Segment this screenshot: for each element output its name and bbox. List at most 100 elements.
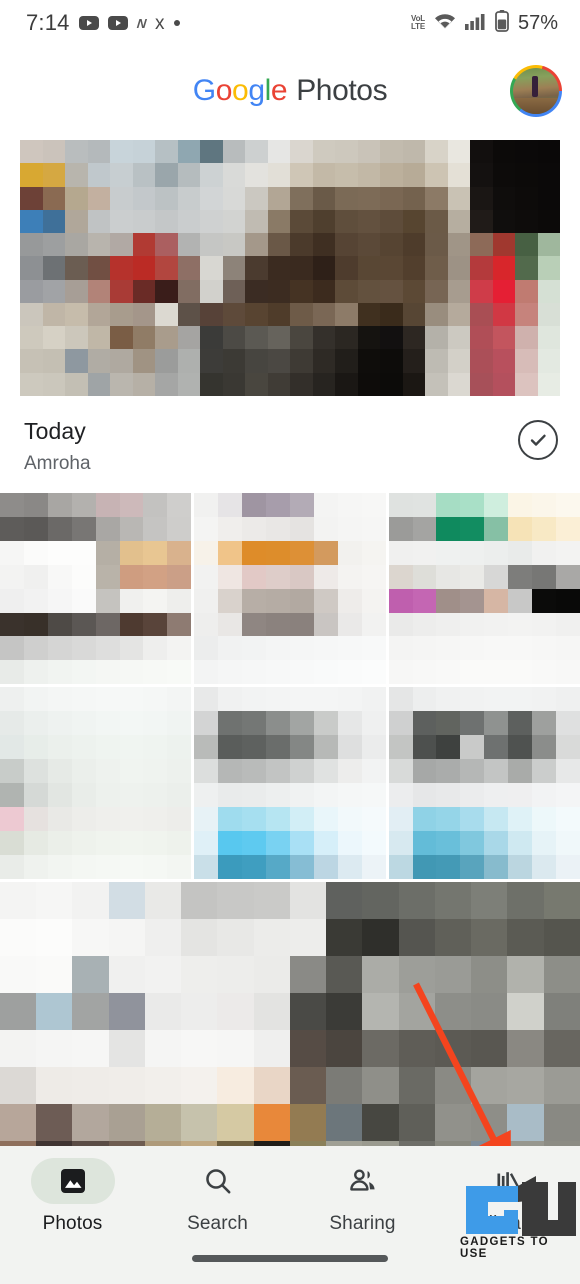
photo-pixel — [23, 687, 48, 712]
logo-letter-o2: o — [232, 74, 249, 107]
photo-pixel — [72, 881, 109, 919]
photo-pixel — [515, 302, 538, 327]
photo-pixel — [532, 711, 557, 736]
photo-pixel — [335, 163, 358, 187]
photo-pixel — [470, 163, 493, 187]
nav-item-sharing[interactable]: Sharing — [290, 1158, 435, 1235]
photo-pixel — [436, 711, 461, 736]
photo-pixel — [289, 516, 314, 541]
photo-pixel — [402, 140, 425, 164]
photo-pixel — [532, 612, 557, 637]
logo-letter-o1: o — [215, 74, 233, 107]
check-circle-icon[interactable] — [518, 420, 558, 460]
nav-label-photos: Photos — [42, 1213, 103, 1234]
photo-pixel — [492, 349, 515, 373]
gesture-home-bar[interactable] — [192, 1255, 388, 1262]
photo-pixel — [361, 687, 386, 712]
photo-pixel — [289, 711, 314, 736]
photo-pixel — [470, 372, 493, 396]
photo-pixel — [200, 326, 223, 350]
photo-pixel — [470, 302, 493, 327]
photo-pixel — [515, 163, 538, 187]
hero-photo[interactable] — [20, 140, 560, 396]
photo-pixel — [23, 759, 48, 783]
photo-thumbnail[interactable] — [194, 493, 386, 685]
photo-pixel — [242, 660, 267, 685]
photo-thumbnail[interactable] — [194, 687, 386, 879]
photo-pixel — [0, 955, 37, 993]
photo-pixel — [242, 711, 267, 736]
photo-pixel — [143, 759, 168, 783]
nav-item-search[interactable]: Search — [145, 1158, 290, 1235]
photo-pixel — [253, 955, 290, 993]
photo-pixel — [65, 256, 88, 280]
photo-pixel — [484, 540, 509, 565]
photo-pixel — [335, 372, 358, 396]
photo-pixel — [337, 735, 362, 760]
photo-pixel — [402, 163, 425, 187]
photo-pixel — [507, 881, 544, 919]
photo-pixel — [20, 256, 43, 280]
battery-icon — [495, 9, 509, 37]
photo-pixel — [266, 782, 290, 807]
photo-pixel — [357, 186, 380, 210]
photo-pixel — [95, 636, 120, 661]
photos-feed[interactable]: Today Amroha — [0, 136, 580, 1146]
photo-pixel — [194, 636, 219, 661]
photo-pixel — [95, 735, 120, 760]
photo-pixel — [222, 372, 245, 396]
photo-pixel — [110, 372, 133, 396]
photo-thumbnail[interactable] — [388, 493, 580, 685]
photo-pixel — [242, 759, 267, 783]
photo-pixel — [447, 163, 470, 187]
avatar-image — [513, 68, 559, 114]
photo-pixel — [200, 163, 223, 187]
nav-item-photos[interactable]: Photos — [0, 1158, 145, 1235]
photo-pixel — [326, 881, 363, 919]
photo-pixel — [425, 372, 448, 396]
photo-pixel — [23, 516, 48, 541]
photo-thumbnail[interactable] — [0, 881, 580, 1146]
photo-pixel — [0, 881, 37, 919]
photo-pixel — [532, 735, 557, 760]
photo-pixel — [532, 660, 557, 685]
photo-pixel — [245, 279, 268, 303]
avatar[interactable] — [510, 65, 562, 117]
photo-thumbnail[interactable] — [0, 687, 192, 879]
photo-pixel — [402, 279, 425, 303]
photo-pixel — [177, 140, 200, 164]
photo-pixel — [508, 493, 533, 517]
photo-pixel — [110, 163, 133, 187]
photo-pixel — [95, 854, 120, 879]
photo-pixel — [23, 588, 48, 613]
photo-pixel — [20, 233, 43, 257]
photo-pixel — [290, 186, 313, 210]
photo-pixel — [266, 830, 290, 855]
volte-icon: VoL LTE — [411, 14, 425, 31]
photo-thumbnail[interactable] — [0, 493, 192, 685]
photo-pixel — [537, 233, 560, 257]
photo-pixel — [23, 830, 48, 855]
logo-letter-g: G — [192, 74, 216, 107]
photo-pixel — [143, 711, 168, 736]
photo-pixel — [312, 326, 335, 350]
photo-pixel — [155, 140, 178, 164]
photo-pixel — [253, 1103, 290, 1141]
photo-grid[interactable] — [0, 493, 580, 1146]
photo-thumbnail[interactable] — [388, 687, 580, 879]
photo-pixel — [361, 830, 386, 855]
photo-pixel — [532, 564, 557, 589]
photo-pixel — [267, 209, 290, 234]
photo-pixel — [289, 1066, 327, 1104]
photo-pixel — [95, 612, 120, 637]
photo-pixel — [380, 186, 403, 210]
photo-pixel — [42, 233, 65, 257]
photo-pixel — [143, 564, 168, 589]
photo-pixel — [72, 992, 109, 1030]
photo-pixel — [155, 326, 178, 350]
photo-pixel — [71, 687, 96, 712]
photo-pixel — [222, 326, 245, 350]
photo-pixel — [556, 612, 580, 637]
photo-pixel — [402, 256, 425, 280]
photo-pixel — [289, 918, 327, 956]
